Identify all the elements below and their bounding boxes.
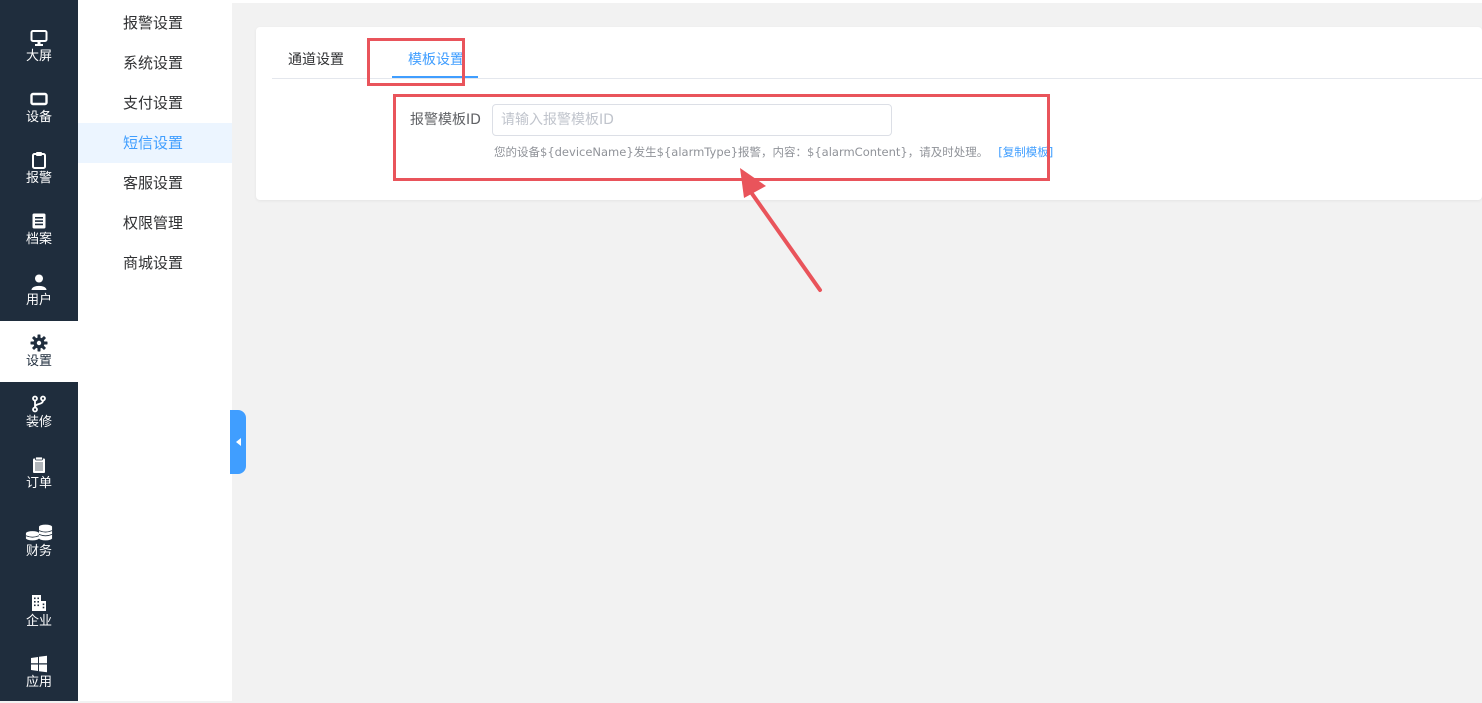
submenu-item-payment-settings[interactable]: 支付设置 <box>78 83 232 123</box>
nav-item-finance[interactable]: 财务 <box>0 510 78 571</box>
nav-item-label: 订单 <box>25 476 52 491</box>
active-tab-indicator <box>392 76 478 78</box>
nav-item-label: 用户 <box>25 293 52 308</box>
file-icon <box>32 213 46 229</box>
nav-item-decoration[interactable]: 装修 <box>0 382 78 443</box>
tabs-bar: 通道设置 模板设置 <box>272 51 1482 79</box>
clipboard-icon <box>32 152 46 169</box>
nav-item-label: 设置 <box>25 354 52 369</box>
nav-item-label: 财务 <box>25 543 52 559</box>
nav-item-archive[interactable]: 档案 <box>0 199 78 260</box>
nav-item-label: 应用 <box>25 675 52 690</box>
alarm-template-id-label: 报警模板ID <box>410 112 481 128</box>
nav-item-label: 设备 <box>25 110 52 125</box>
tab-channel-settings[interactable]: 通道设置 <box>288 51 344 77</box>
branch-icon <box>32 395 46 413</box>
nav-item-label: 大屏 <box>25 49 52 64</box>
nav-item-label: 装修 <box>25 415 52 430</box>
order-icon <box>33 456 45 473</box>
building-icon <box>32 595 46 611</box>
windows-icon <box>31 655 47 673</box>
nav-item-label: 企业 <box>25 614 52 629</box>
tab-template-settings[interactable]: 模板设置 <box>392 51 480 77</box>
nav-item-order[interactable]: 订单 <box>0 443 78 504</box>
caret-left-icon <box>235 438 241 446</box>
coins-icon <box>25 524 53 540</box>
nav-item-label: 报警 <box>25 171 52 186</box>
nav-item-alarm[interactable]: 报警 <box>0 138 78 199</box>
main-sidebar: 大屏 设备 报警 档案 用户 设置 装修 订单 财务 企业 应用 <box>0 0 78 701</box>
monitor-icon <box>30 30 48 46</box>
template-form-row: 报警模板ID 您的设备${deviceName}发生${alarmType}报警… <box>256 104 1482 184</box>
nav-item-device[interactable]: 设备 <box>0 77 78 138</box>
copy-template-link[interactable]: [复制模板] <box>998 145 1053 159</box>
nav-item-enterprise[interactable]: 企业 <box>0 581 78 642</box>
alarm-template-id-input[interactable] <box>492 104 892 136</box>
sidebar-collapse-button[interactable] <box>230 410 246 474</box>
gear-icon <box>30 334 48 352</box>
nav-item-apps[interactable]: 应用 <box>0 642 78 703</box>
nav-item-dashboard[interactable]: 大屏 <box>0 16 78 77</box>
submenu-item-system-settings[interactable]: 系统设置 <box>78 43 232 83</box>
template-hint: 您的设备${deviceName}发生${alarmType}报警，内容：${a… <box>494 144 1053 160</box>
template-hint-text: 您的设备${deviceName}发生${alarmType}报警，内容：${a… <box>494 145 989 159</box>
submenu-item-permission-management[interactable]: 权限管理 <box>78 203 232 243</box>
nav-item-user[interactable]: 用户 <box>0 260 78 321</box>
submenu-item-service-settings[interactable]: 客服设置 <box>78 163 232 203</box>
nav-item-settings[interactable]: 设置 <box>0 321 78 382</box>
submenu-item-sms-settings[interactable]: 短信设置 <box>78 123 232 163</box>
user-icon <box>31 274 47 290</box>
settings-submenu: 报警设置 系统设置 支付设置 短信设置 客服设置 权限管理 商城设置 <box>78 0 232 701</box>
device-icon <box>30 92 48 106</box>
sms-settings-card: 通道设置 模板设置 报警模板ID 您的设备${deviceName}发生${al… <box>256 27 1482 200</box>
submenu-item-alarm-settings[interactable]: 报警设置 <box>78 3 232 43</box>
top-divider <box>232 0 1482 3</box>
submenu-item-mall-settings[interactable]: 商城设置 <box>78 243 232 283</box>
nav-item-label: 档案 <box>25 232 52 247</box>
